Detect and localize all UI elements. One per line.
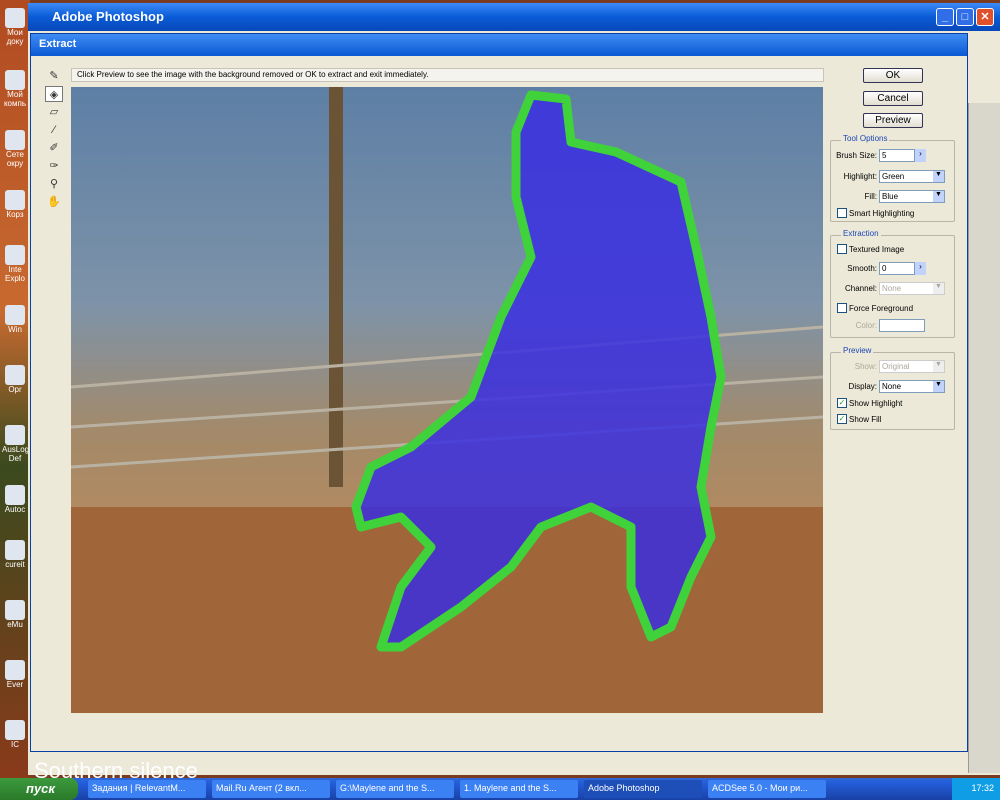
taskbar-item[interactable]: ACDSee 5.0 - Мои ри... — [708, 780, 826, 798]
dialog-title: Extract — [31, 34, 967, 56]
fill-select[interactable]: Blue ▼ — [879, 190, 945, 203]
smooth-input[interactable]: 0 — [879, 262, 915, 275]
edge-touchup-icon[interactable]: ✑ — [45, 158, 63, 174]
tool-options-group: Tool Options Brush Size: 5 › Highlight: Gre… — [830, 134, 955, 222]
preview-group: Preview Show: Original ▼ Display: None ▼ ✓ Sh… — [830, 346, 955, 430]
channel-select: None ▼ — [879, 282, 945, 295]
fill-icon[interactable]: ◈ — [45, 86, 63, 102]
desktop-icon[interactable]: Сете окру — [2, 130, 28, 168]
zoom-icon[interactable]: ⚲ — [45, 176, 63, 192]
taskbar-item-active[interactable]: Adobe Photoshop — [584, 780, 702, 798]
desktop-icon[interactable]: AusLog Def — [2, 425, 29, 463]
display-label: Display: — [848, 382, 877, 391]
desktop-icon[interactable]: Ever — [2, 660, 28, 689]
desktop-icon[interactable]: Autoc — [2, 485, 28, 514]
textured-image-checkbox[interactable]: Textured Image — [837, 244, 904, 254]
taskbar-item[interactable]: Задания | RelevantM... — [88, 780, 206, 798]
clock: 17:32 — [952, 778, 1000, 800]
desktop-icon[interactable]: eMu — [2, 600, 28, 629]
smart-highlighting-checkbox[interactable]: Smart Highlighting — [837, 208, 914, 218]
brush-size-slider-arrow-icon[interactable]: › — [915, 149, 926, 162]
desktop-icon[interactable]: Мой компь — [2, 70, 28, 108]
preview-button[interactable]: Preview — [863, 113, 923, 128]
hand-icon[interactable]: ✋ — [45, 194, 63, 210]
edge-highlighter-icon[interactable]: ✎ — [45, 68, 63, 84]
eyedropper-icon[interactable]: ⁄ — [45, 122, 63, 138]
fill-label: Fill: — [864, 192, 877, 201]
taskbar-item[interactable]: G:\Maylene and the S... — [336, 780, 454, 798]
brush-size-label: Brush Size: — [836, 151, 877, 160]
group-legend: Preview — [841, 346, 874, 355]
chevron-down-icon: ▼ — [933, 171, 944, 182]
desktop-icon[interactable]: Inte Explo — [2, 245, 28, 283]
color-label: Color: — [855, 321, 877, 330]
taskbar-item[interactable]: Mail.Ru Агент (2 вкл... — [212, 780, 330, 798]
desktop-icon[interactable]: Корз — [2, 190, 28, 219]
desktop: Мои доку Мой компь Сете окру Корз Inte E… — [0, 0, 30, 778]
highlight-select[interactable]: Green ▼ — [879, 170, 945, 183]
show-highlight-checkbox[interactable]: ✓ Show Highlight — [837, 398, 902, 408]
show-select: Original ▼ — [879, 360, 945, 373]
maximize-button[interactable]: □ — [956, 8, 974, 26]
instruction-text: Click Preview to see the image with the … — [71, 68, 824, 82]
close-button[interactable]: ✕ — [976, 8, 994, 26]
show-fill-checkbox[interactable]: ✓ Show Fill — [837, 414, 881, 424]
smooth-label: Smooth: — [847, 264, 877, 273]
force-foreground-checkbox[interactable]: Force Foreground — [837, 303, 913, 313]
chevron-down-icon: ▼ — [933, 191, 944, 202]
group-legend: Tool Options — [841, 134, 890, 143]
image-preview-canvas[interactable] — [71, 87, 823, 713]
pole — [329, 87, 343, 487]
brush-size-input[interactable]: 5 — [879, 149, 915, 162]
highlight-label: Highlight: — [843, 172, 877, 181]
ok-button[interactable]: OK — [863, 68, 923, 83]
desktop-icon[interactable]: IC — [2, 720, 28, 749]
smooth-slider-arrow-icon[interactable]: › — [915, 262, 926, 275]
show-label: Show: — [854, 362, 877, 371]
cancel-button[interactable]: Cancel — [863, 91, 923, 106]
desktop-icon[interactable]: Win — [2, 305, 28, 334]
cleanup-icon[interactable]: ✐ — [45, 140, 63, 156]
extract-dialog: Extract ✎ ◈ ▱ ⁄ ✐ ✑ ⚲ ✋ Click Preview to… — [30, 33, 968, 752]
extraction-group: Extraction Textured Image Smooth: 0 › Chan… — [830, 229, 955, 338]
desktop-icon[interactable]: Мои доку — [2, 8, 28, 46]
taskbar: пуск Задания | RelevantM... Mail.Ru Аген… — [0, 778, 1000, 800]
chevron-down-icon: ▼ — [933, 381, 944, 392]
group-legend: Extraction — [841, 229, 881, 238]
desktop-icon[interactable]: cureit — [2, 540, 28, 569]
eraser-icon[interactable]: ▱ — [45, 104, 63, 120]
minimize-button[interactable]: _ — [936, 8, 954, 26]
tools-palette[interactable] — [968, 103, 1000, 773]
display-select[interactable]: None ▼ — [879, 380, 945, 393]
start-button[interactable]: пуск — [0, 778, 78, 800]
photoshop-title-bar[interactable]: Adobe Photoshop _ □ ✕ — [28, 3, 1000, 31]
channel-label: Channel: — [844, 284, 877, 293]
taskbar-item[interactable]: 1. Maylene and the S... — [460, 780, 578, 798]
color-swatch — [879, 319, 925, 332]
desktop-icon[interactable]: Opr — [2, 365, 28, 394]
extract-toolbar: ✎ ◈ ▱ ⁄ ✐ ✑ ⚲ ✋ — [45, 68, 65, 212]
